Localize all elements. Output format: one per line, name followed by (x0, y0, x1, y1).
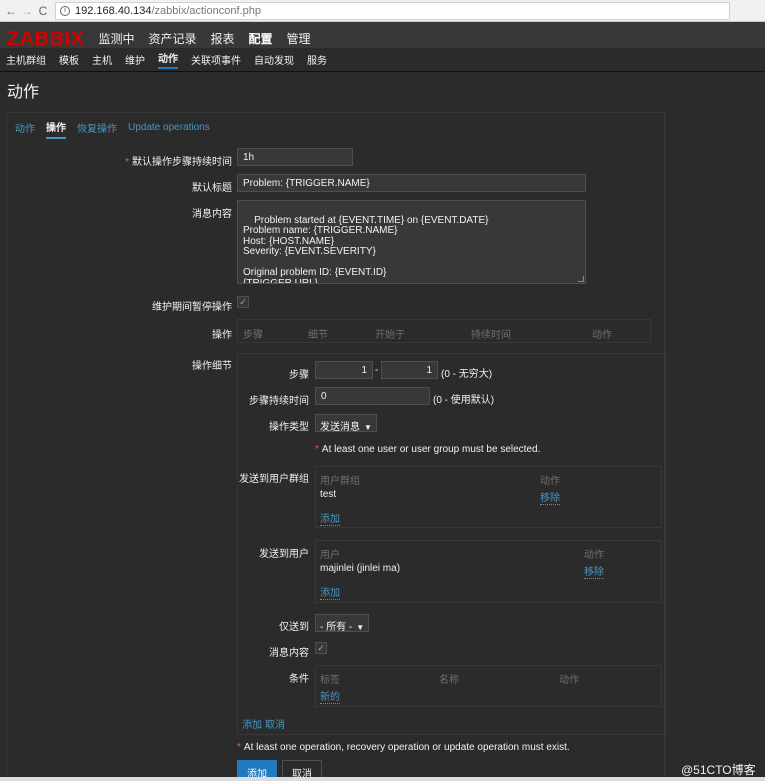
operation-details-label: 操作细节 (192, 361, 232, 372)
step-to-field[interactable]: 1 (381, 361, 438, 379)
conditions-label: 条件 (289, 674, 309, 685)
default-message-field[interactable]: Problem started at {EVENT.TIME} on {EVEN… (237, 200, 586, 284)
user-name: majinlei (jinlei ma) (320, 563, 401, 574)
col-steps: 步骤 (243, 330, 263, 341)
submenu-event-correlation[interactable]: 关联项事件 (191, 52, 241, 67)
col-user: 用户 (320, 550, 340, 561)
operation-type-label: 操作类型 (269, 422, 309, 433)
message-content-label: 消息内容 (269, 648, 309, 659)
remove-user-link[interactable]: 移除 (584, 563, 604, 579)
col-group-action: 动作 (540, 476, 560, 487)
forward-icon[interactable]: → (19, 0, 35, 22)
default-subject-label: 默认标题 (192, 183, 232, 194)
menu-inventory[interactable]: 资产记录 (148, 30, 196, 48)
user-warning: * At least one user or user group must be… (315, 444, 541, 455)
col-condition-name: 名称 (439, 675, 459, 686)
submenu-actions[interactable]: 动作 (158, 50, 178, 69)
chevron-down-icon: ▼ (364, 423, 372, 432)
col-start-in: 开始于 (375, 330, 405, 341)
info-icon[interactable]: i (60, 5, 70, 16)
group-name: test (320, 489, 337, 500)
col-action: 动作 (592, 330, 612, 341)
watermark: @51CTO博客 (681, 763, 756, 777)
col-duration: 持续时间 (471, 330, 511, 341)
submenu-maintenance[interactable]: 维护 (125, 52, 145, 67)
menu-configuration[interactable]: 配置 (249, 30, 273, 48)
default-subject-field[interactable]: Problem: {TRIGGER.NAME} (237, 174, 586, 192)
url-host: 192.168.40.134 (75, 4, 152, 17)
submenu-hosts[interactable]: 主机 (92, 52, 112, 67)
message-content-checkbox[interactable]: ✓ (315, 642, 327, 654)
operation-type-value: 发送消息 (320, 422, 360, 433)
back-icon[interactable]: ← (3, 0, 19, 22)
user-groups-table: 用户群组 动作 test 移除 添加 (315, 466, 662, 528)
action-form-panel: 动作 操作 恢复操作 Update operations * 默认操作步骤持续时间… (6, 112, 666, 781)
default-message-text: Problem started at {EVENT.TIME} on {EVEN… (243, 214, 489, 284)
resize-handle-icon[interactable] (578, 276, 584, 282)
col-user-action: 动作 (584, 550, 604, 561)
step-hint: (0 - 无穷大) (441, 369, 493, 380)
col-condition-label: 标签 (320, 675, 340, 686)
col-details: 细节 (308, 330, 328, 341)
send-to-users-label: 发送到用户 (259, 549, 309, 560)
submenu-templates[interactable]: 模板 (59, 52, 79, 67)
send-only-to-label: 仅送到 (279, 622, 309, 633)
col-user-group: 用户群组 (320, 476, 360, 487)
step-duration-label: * 默认操作步骤持续时间 (125, 157, 232, 168)
send-to-groups-label: 发送到用户群组 (239, 474, 309, 485)
operations-label: 操作 (212, 330, 232, 341)
step-separator: - (375, 365, 379, 376)
step-duration-detail-field[interactable]: 0 (315, 387, 430, 405)
step-from-field[interactable]: 1 (315, 361, 373, 379)
top-menu: ZABBIX 监测中 资产记录 报表 配置 管理 (0, 22, 765, 48)
submenu-host-groups[interactable]: 主机群组 (6, 52, 46, 67)
send-only-to-select[interactable]: - 所有 - ▼ (315, 614, 370, 633)
menu-reports[interactable]: 报表 (210, 30, 234, 48)
remove-group-link[interactable]: 移除 (540, 489, 560, 505)
taskbar-strip (0, 777, 765, 781)
address-bar[interactable]: i 192.168.40.134/zabbix/actionconf.php (55, 1, 730, 20)
page-header: 动作 (0, 73, 765, 107)
send-only-to-value: - 所有 - (320, 622, 353, 633)
sub-menu: 主机群组 模板 主机 维护 动作 关联项事件 自动发现 服务 (0, 48, 765, 72)
menu-monitoring[interactable]: 监测中 (98, 30, 134, 48)
users-table: 用户 动作 majinlei (jinlei ma) 移除 添加 (315, 540, 662, 603)
message-label: 消息内容 (192, 209, 232, 220)
menu-administration[interactable]: 管理 (287, 30, 311, 48)
pause-label: 维护期间暂停操作 (152, 302, 232, 313)
col-condition-action: 动作 (559, 675, 579, 686)
add-group-link[interactable]: 添加 (320, 510, 340, 526)
steps-label: 步骤 (289, 370, 309, 381)
submenu-services[interactable]: 服务 (307, 52, 327, 67)
cancel-operation-link[interactable]: 取消 (265, 716, 285, 731)
step-duration-field[interactable]: 1h (237, 148, 353, 166)
step-duration-hint: (0 - 使用默认) (433, 395, 495, 406)
add-operation-link[interactable]: 添加 (242, 716, 262, 731)
conditions-table: 标签 名称 动作 新的 (315, 665, 662, 707)
reload-icon[interactable]: C (35, 0, 51, 22)
operations-table: 步骤 细节 开始于 持续时间 动作 (237, 319, 651, 343)
zabbix-logo[interactable]: ZABBIX (7, 29, 84, 48)
page-title: 动作 (7, 84, 40, 101)
url-path: /zabbix/actionconf.php (151, 4, 261, 17)
step-duration-detail-label: 步骤持续时间 (249, 396, 309, 407)
operation-warning: * At least one operation, recovery operat… (237, 742, 570, 753)
browser-toolbar: ← → C i 192.168.40.134/zabbix/actionconf… (0, 0, 765, 22)
chevron-down-icon: ▼ (356, 623, 365, 632)
new-condition-link[interactable]: 新的 (320, 688, 340, 704)
operation-details-box: 步骤 1 - 1 (0 - 无穷大) 步骤持续时间 0 (0 - 使用默认) 操… (237, 353, 666, 735)
pause-checkbox[interactable]: ✓ (237, 296, 249, 308)
submenu-discovery[interactable]: 自动发现 (254, 52, 294, 67)
operation-type-select[interactable]: 发送消息 ▼ (315, 414, 377, 433)
add-user-link[interactable]: 添加 (320, 584, 340, 600)
